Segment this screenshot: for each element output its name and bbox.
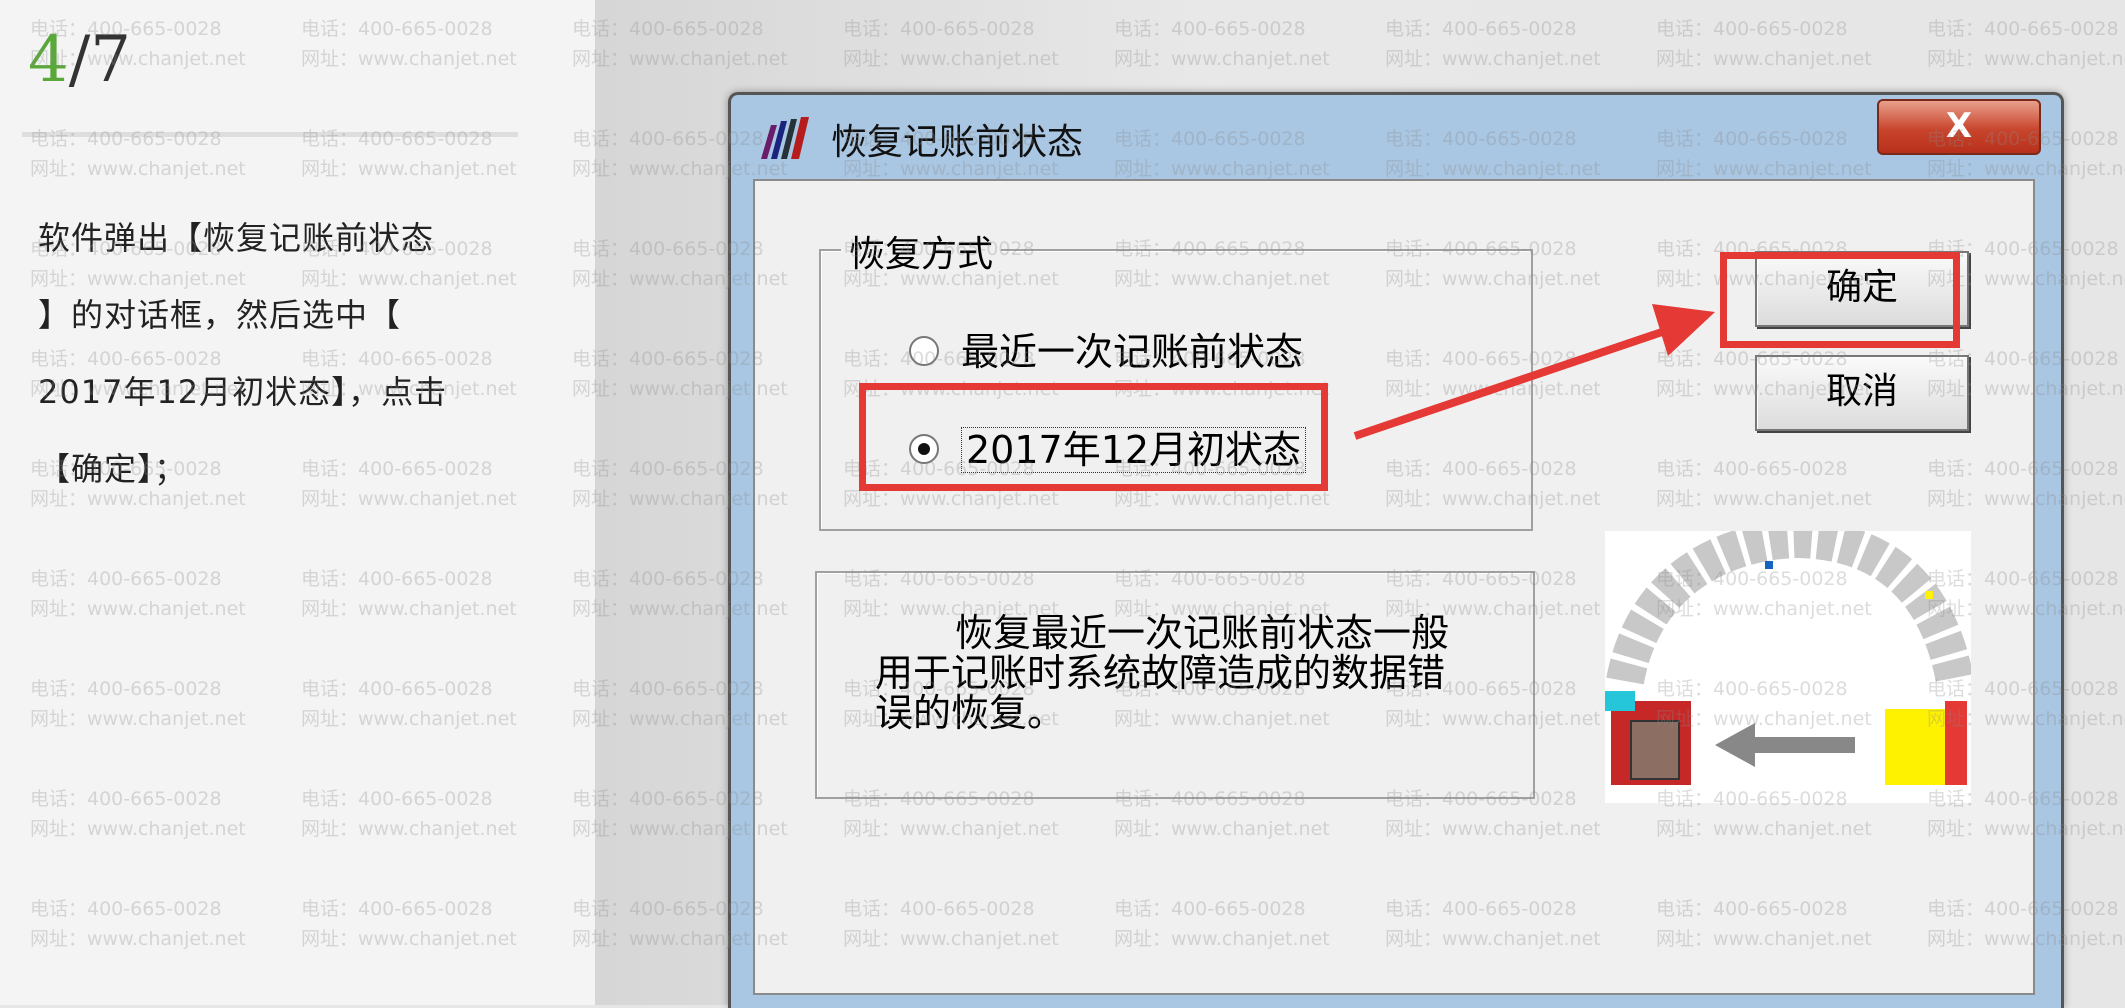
restore-dialog: 恢复记账前状态 X 恢复方式 最近一次记账前状态 2017年12月初状态 确定 …	[728, 92, 2064, 1008]
description-box: 恢复最近一次记账前状态一般用于记账时系统故障造成的数据错误的恢复。	[815, 571, 1535, 799]
option-last-posting[interactable]: 最近一次记账前状态	[909, 321, 1303, 376]
dialog-title: 恢复记账前状态	[831, 122, 1084, 163]
description-text: 恢复最近一次记账前状态一般用于记账时系统故障造成的数据错误的恢复。	[875, 611, 1450, 735]
cancel-button[interactable]: 取消	[1755, 355, 1969, 431]
instruction-line: 2017年12月初状态】，点击	[38, 373, 448, 411]
app-books-icon	[761, 117, 809, 159]
restore-illustration-icon	[1605, 531, 1971, 803]
group-label: 恢复方式	[841, 225, 1002, 277]
ok-button[interactable]: 确定	[1755, 251, 1969, 327]
close-button[interactable]: X	[1877, 99, 2041, 155]
dialog-titlebar[interactable]: 恢复记账前状态 X	[731, 95, 2061, 175]
instruction-line: 软件弹出【恢复记账前状态	[38, 219, 435, 257]
option-label: 2017年12月初状态	[961, 427, 1307, 473]
step-divider	[22, 132, 518, 137]
radio-checked-icon[interactable]	[909, 433, 939, 464]
restore-mode-group: 恢复方式 最近一次记账前状态 2017年12月初状态	[819, 225, 1533, 531]
step-total: /7	[68, 23, 131, 97]
instruction-line: 】的对话框，然后选中【	[38, 296, 402, 334]
instruction-text: 软件弹出【恢复记账前状态 】的对话框，然后选中【 2017年12月初状态】，点击…	[38, 200, 508, 508]
step-current: 4	[28, 23, 69, 97]
instruction-line: 【确定】；	[38, 450, 188, 488]
option-label: 最近一次记账前状态	[961, 330, 1304, 374]
step-indicator: 4/7	[28, 28, 131, 92]
option-month-start[interactable]: 2017年12月初状态	[909, 419, 1307, 474]
radio-unchecked-icon[interactable]	[909, 335, 939, 366]
instruction-panel: 4/7 软件弹出【恢复记账前状态 】的对话框，然后选中【 2017年12月初状态…	[0, 0, 595, 1005]
dialog-body: 恢复方式 最近一次记账前状态 2017年12月初状态 确定 取消 恢复最近一次记…	[753, 179, 2035, 995]
